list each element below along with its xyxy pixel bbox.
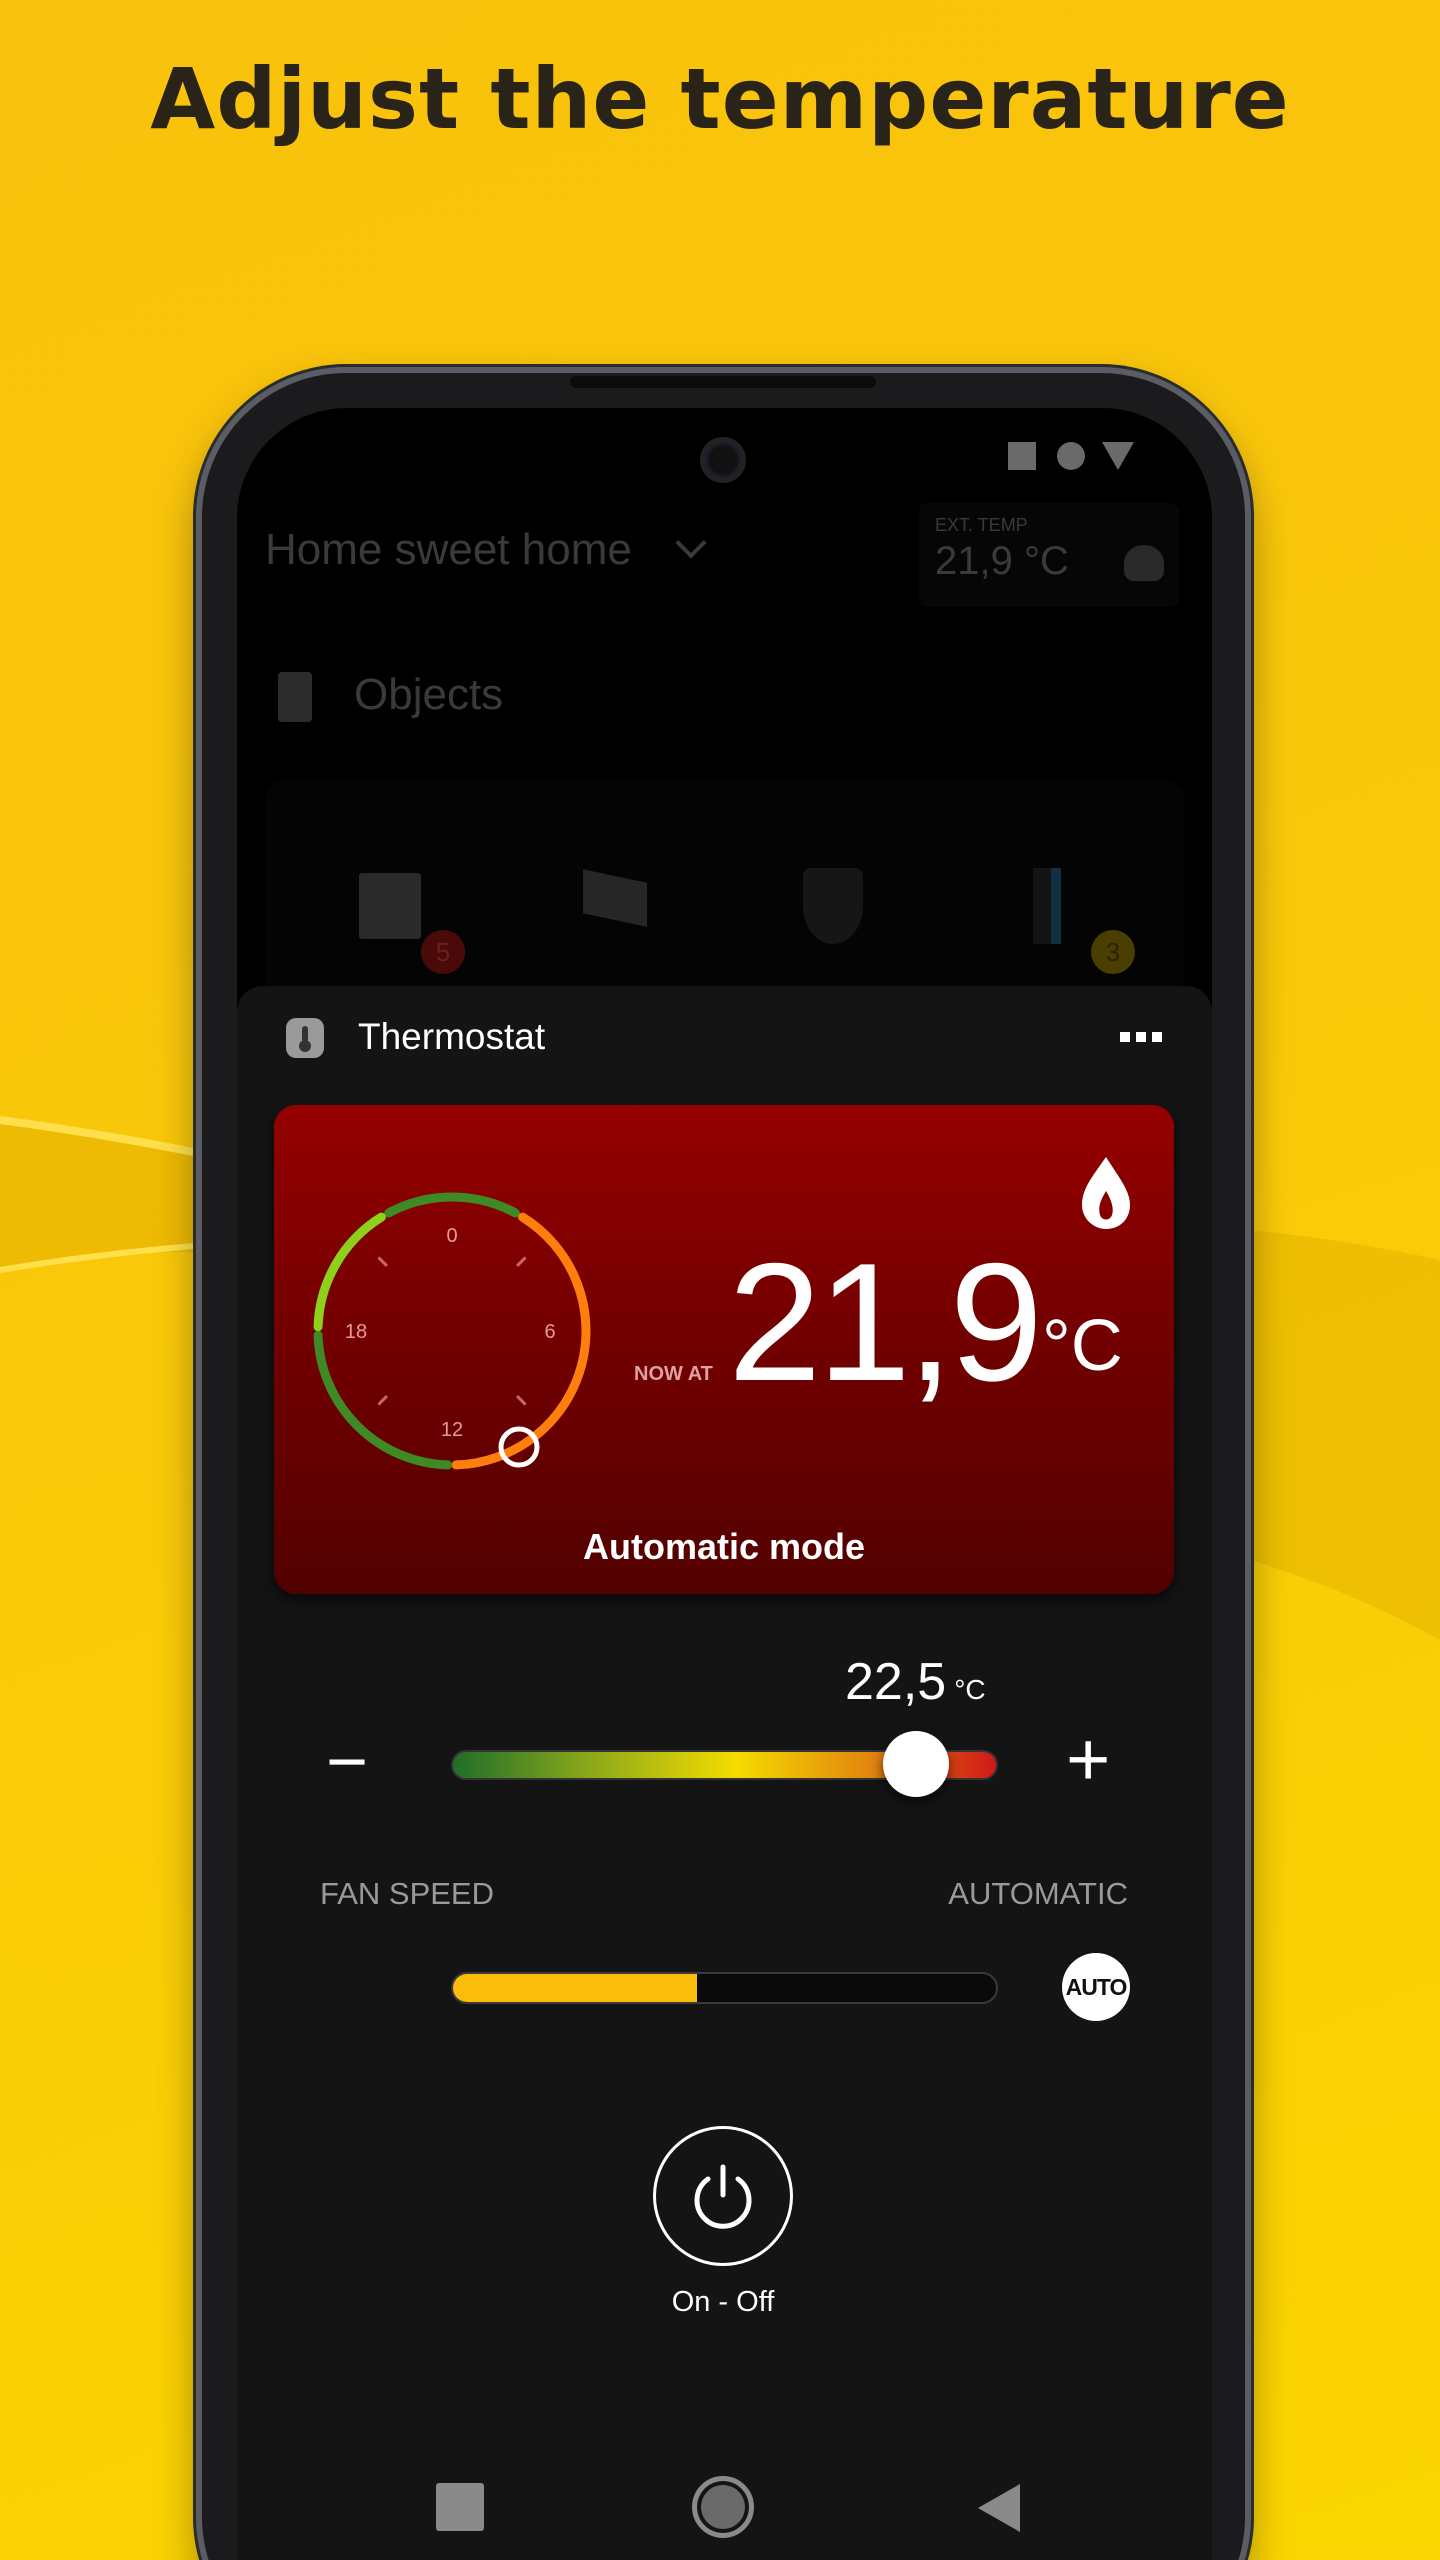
setpoint-number: 22,5	[845, 1653, 947, 1711]
dial-label-0: 0	[446, 1225, 457, 1247]
shield-icon[interactable]	[803, 868, 863, 944]
dial-label-6: 6	[544, 1321, 555, 1343]
dial-tick	[515, 1394, 527, 1406]
dial-tick	[377, 1394, 389, 1406]
home-selector[interactable]: Home sweet home	[265, 525, 707, 575]
power-button[interactable]	[653, 2126, 793, 2266]
intercom-icon[interactable]	[359, 873, 421, 939]
status-square-icon	[1008, 442, 1036, 470]
dial-tick	[515, 1256, 527, 1268]
fan-speed-label: FAN SPEED	[320, 1876, 494, 1911]
camera-icon	[700, 437, 746, 483]
objects-title: Objects	[354, 670, 504, 719]
objects-icon	[278, 672, 312, 722]
mode-label: Automatic mode	[582, 1526, 866, 1567]
setpoint-value: 22,5 °C	[845, 1652, 986, 1712]
ext-temp-label: EXT. TEMP	[935, 515, 1028, 535]
schedule-segment-0	[384, 1192, 520, 1218]
current-temperature: 21,9	[728, 1228, 1043, 1416]
door-icon[interactable]	[1033, 868, 1061, 944]
status-triangle-icon	[1102, 442, 1134, 470]
back-button[interactable]	[978, 2484, 1020, 2532]
ext-temp-widget[interactable]: EXT. TEMP 21,9 °C	[919, 503, 1179, 607]
power-icon	[694, 2164, 752, 2229]
objects-card: 5 3	[265, 780, 1184, 1000]
fan-speed-fill	[453, 1974, 698, 2002]
headline: Adjust the temperature	[150, 50, 1290, 148]
home-button[interactable]	[692, 2476, 754, 2538]
recents-button[interactable]	[436, 2483, 484, 2531]
decrease-button[interactable]: −	[326, 1722, 368, 1802]
fan-auto-button[interactable]: AUTO	[1062, 1953, 1130, 2021]
ext-temp-value: 21,9 °C	[935, 539, 1069, 583]
chevron-down-icon	[675, 527, 707, 559]
cloudy-night-icon	[1124, 545, 1164, 581]
schedule-dial[interactable]: 0 6 12 18	[274, 1105, 1174, 1594]
home-title: Home sweet home	[265, 525, 632, 574]
schedule-segment-3	[313, 1212, 386, 1332]
dial-label-12: 12	[441, 1419, 463, 1441]
badge: 5	[421, 930, 465, 974]
camera-icon[interactable]	[583, 869, 647, 927]
dial-label-18: 18	[345, 1321, 367, 1343]
fan-mode-label: AUTOMATIC	[948, 1876, 1128, 1911]
now-at-label: NOW AT	[634, 1363, 713, 1385]
badge: 3	[1091, 930, 1135, 974]
increase-button[interactable]: +	[1066, 1720, 1110, 1800]
dial-tick	[377, 1256, 389, 1268]
phone-speaker	[570, 376, 876, 388]
thermometer-icon	[286, 1018, 324, 1058]
status-circle-icon	[1057, 442, 1085, 470]
flame-icon	[1082, 1157, 1130, 1229]
power-label: On - Off	[671, 2286, 775, 2318]
current-temp-unit: °C	[1042, 1306, 1123, 1386]
setpoint-unit: °C	[954, 1674, 986, 1705]
setpoint-slider-handle[interactable]	[882, 1731, 949, 1797]
more-icon[interactable]	[1120, 1032, 1164, 1046]
thermostat-title: Thermostat	[358, 1016, 546, 1057]
fan-speed-slider[interactable]	[451, 1972, 998, 2004]
